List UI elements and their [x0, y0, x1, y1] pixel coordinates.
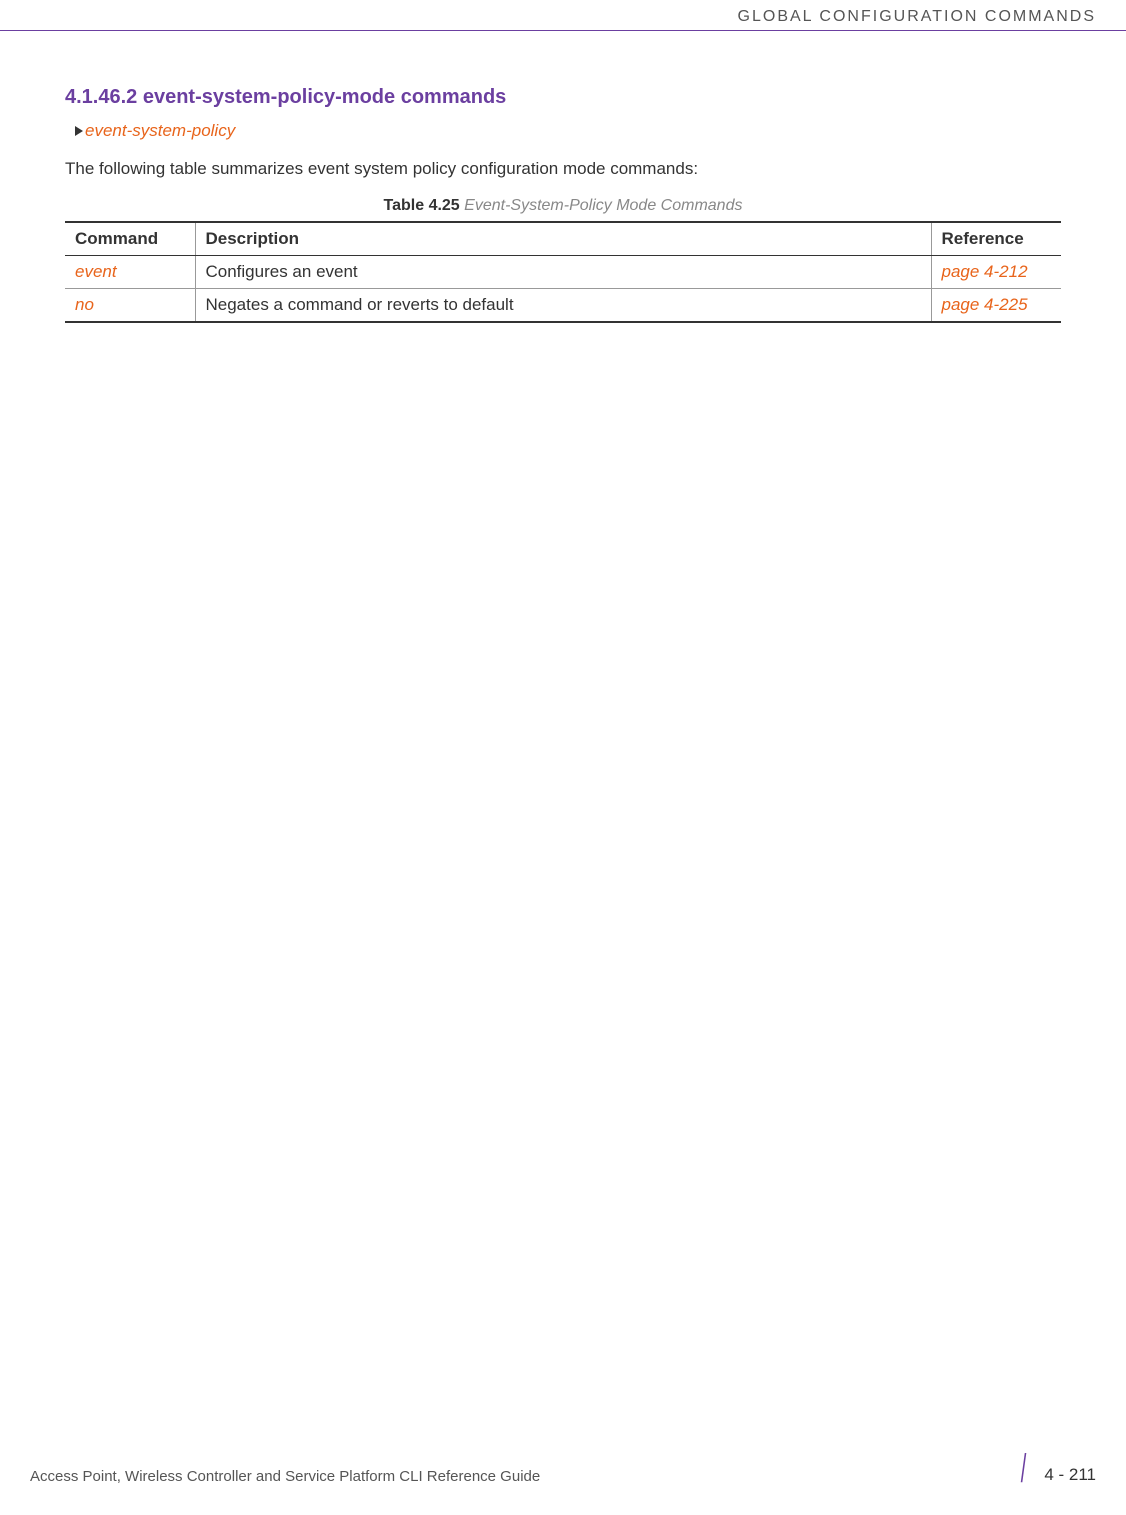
header-command: Command [65, 222, 195, 256]
table-caption: Table 4.25 Event-System-Policy Mode Comm… [65, 197, 1061, 215]
header-reference: Reference [931, 222, 1061, 256]
section-heading: 4.1.46.2 event-system-policy-mode comman… [65, 86, 1061, 109]
reference-link[interactable]: page 4-225 [931, 289, 1061, 323]
triangle-right-icon [75, 126, 83, 136]
page-content: 4.1.46.2 event-system-policy-mode comman… [0, 31, 1126, 323]
commands-table: Command Description Reference event Conf… [65, 221, 1061, 323]
reference-link[interactable]: page 4-212 [931, 256, 1061, 289]
page-footer: Access Point, Wireless Controller and Se… [0, 1453, 1126, 1485]
page-header: GLOBAL CONFIGURATION COMMANDS [0, 0, 1126, 31]
command-description: Negates a command or reverts to default [195, 289, 931, 323]
footer-right: / 4 - 211 [1018, 1453, 1096, 1485]
slash-decoration-icon: / [1021, 1453, 1027, 1485]
command-link[interactable]: no [65, 289, 195, 323]
footer-guide-title: Access Point, Wireless Controller and Se… [30, 1468, 540, 1485]
table-caption-title: Event-System-Policy Mode Commands [464, 197, 742, 214]
table-caption-label: Table 4.25 [384, 197, 460, 214]
page-number: 4 - 211 [1044, 1465, 1096, 1485]
chapter-title: GLOBAL CONFIGURATION COMMANDS [738, 8, 1096, 25]
table-row: no Negates a command or reverts to defau… [65, 289, 1061, 323]
table-header-row: Command Description Reference [65, 222, 1061, 256]
command-description: Configures an event [195, 256, 931, 289]
parent-link-text: event-system-policy [85, 121, 235, 141]
command-link[interactable]: event [65, 256, 195, 289]
intro-paragraph: The following table summarizes event sys… [65, 159, 1061, 179]
header-description: Description [195, 222, 931, 256]
table-row: event Configures an event page 4-212 [65, 256, 1061, 289]
parent-section-link[interactable]: event-system-policy [75, 121, 1061, 141]
